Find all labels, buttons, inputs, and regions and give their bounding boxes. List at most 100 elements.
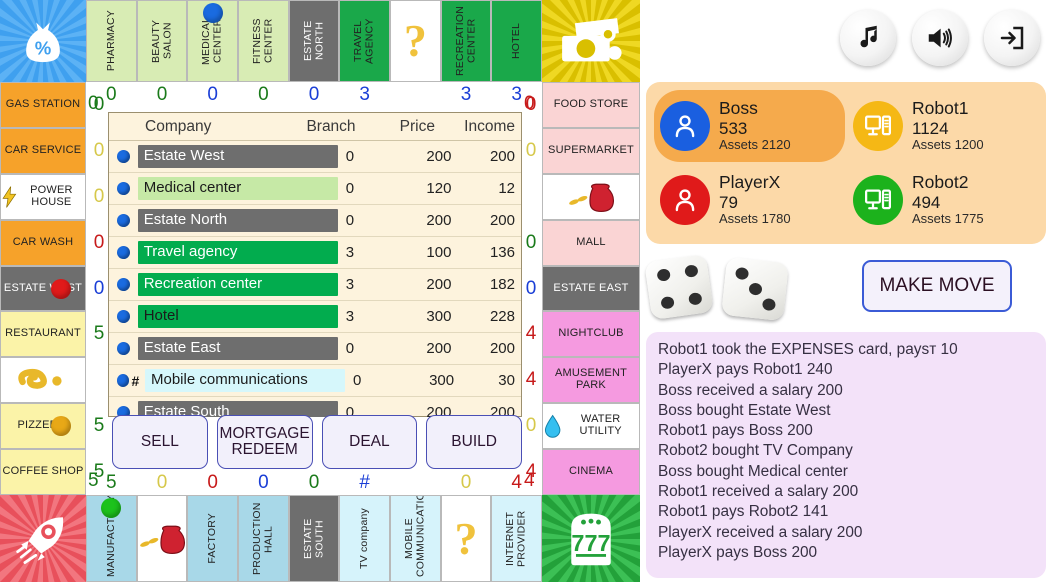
player-assets: Assets 1200 xyxy=(912,137,984,153)
person-icon xyxy=(675,189,695,212)
board-cell-car-service[interactable]: CAR SERVICE xyxy=(0,127,86,174)
player-card[interactable]: Boss 533 Assets 2120 xyxy=(654,90,845,162)
property-table-body[interactable]: Estate West 0 200 200 Medical center 0 120 12 Es… xyxy=(109,141,521,417)
cell-number: 0 xyxy=(308,84,320,105)
board-cell-pharmacy[interactable]: PHARMACY xyxy=(86,0,137,82)
owner-dot xyxy=(117,278,130,291)
board-cell-medical-center[interactable]: MEDICAL CENTER xyxy=(187,0,239,82)
avatar xyxy=(853,101,903,151)
board-cell-mall[interactable]: MALL xyxy=(542,219,640,266)
build-button[interactable]: BUILD xyxy=(426,415,522,469)
board-cell-estate-south[interactable]: ESTATE SOUTH xyxy=(288,495,340,582)
column-price: Price xyxy=(399,117,435,135)
top-control-bar xyxy=(640,0,1052,76)
die-pip xyxy=(660,295,676,310)
property-table-header: Company Branch Price Income xyxy=(109,113,521,141)
make-move-button[interactable]: MAKE MOVE xyxy=(862,260,1012,312)
board-cell-tv-company[interactable]: TV company xyxy=(339,495,391,582)
question-mark-icon: ? xyxy=(403,15,427,67)
property-income: 30 xyxy=(498,372,515,389)
board-cell-beauty-salon[interactable]: BEAUTY SALON xyxy=(136,0,188,82)
property-name-cell: Estate East xyxy=(134,337,338,360)
cell-label: ESTATE WEST xyxy=(3,281,83,294)
board-cell-restaurant[interactable]: RESTAURANT xyxy=(0,311,86,358)
board-cell-estate-north[interactable]: ESTATE NORTH xyxy=(288,0,340,82)
property-row[interactable]: Travel agency 3 100 136 xyxy=(109,237,521,269)
board-cell-water-utility[interactable]: WATER UTILITY xyxy=(542,403,640,450)
board-cell-mobile-communications[interactable]: MOBILE COMMUNICATIONS xyxy=(390,495,441,582)
property-row[interactable]: # Mobile communications 0 300 30 xyxy=(109,365,521,397)
board-cell-amusement-park[interactable]: AMUSEMENT PARK xyxy=(542,357,640,404)
corner-number-bottom-right: 4 xyxy=(524,470,535,491)
board-cell-internet-provider[interactable]: INTERNET PROVIDER xyxy=(491,495,543,582)
property-branch: 3 xyxy=(345,308,355,325)
property-row[interactable]: Medical center 0 120 12 xyxy=(109,173,521,205)
sell-button[interactable]: SELL xyxy=(112,415,208,469)
player-card[interactable]: Robot1 1124 Assets 1200 xyxy=(847,90,1038,162)
property-row[interactable]: Estate South 0 200 200 xyxy=(109,397,521,417)
property-row[interactable]: Recreation center 3 200 182 xyxy=(109,269,521,301)
board-corner-top-left[interactable]: % xyxy=(0,0,86,82)
cell-label: SUPERMARKET xyxy=(548,143,634,156)
deal-button[interactable]: DEAL xyxy=(321,415,418,469)
owner-dot xyxy=(117,182,130,195)
property-row[interactable]: Estate West 0 200 200 xyxy=(109,141,521,173)
board-cell-recreation-center[interactable]: RECREATION CENTER xyxy=(440,0,492,82)
board-cell-question-mark[interactable]: ? xyxy=(390,0,441,82)
board-corner-bottom-left[interactable] xyxy=(0,495,86,582)
mortgage-label-line2: REDEEM xyxy=(231,441,298,458)
property-row[interactable]: Estate East 0 200 200 xyxy=(109,333,521,365)
board-cell-gas-station[interactable]: GAS STATION xyxy=(0,82,86,128)
cell-number: 0 xyxy=(93,277,105,299)
golden-key-icon xyxy=(18,369,62,390)
board-cell-question-mark[interactable]: ? xyxy=(440,495,492,582)
board-cell-supermarket[interactable]: SUPERMARKET xyxy=(542,127,640,174)
board-cell-fitness-center[interactable]: FITNESS CENTER xyxy=(238,0,289,82)
board-left-column: GAS STATION CAR SERVICE POWER HOUSE CAR WAS… xyxy=(0,82,86,496)
board-cell-money-bag-coins[interactable] xyxy=(542,173,640,220)
board-corner-top-right[interactable] xyxy=(542,0,640,82)
property-name: Estate West xyxy=(137,145,338,168)
board-cell-estate-east[interactable]: ESTATE EAST xyxy=(542,265,640,312)
player-money: 533 xyxy=(719,119,748,138)
board-cell-production-hall[interactable]: PRODUCTION HALL xyxy=(238,495,289,582)
owner-dot xyxy=(117,150,130,163)
cell-label: INTERNET PROVIDER xyxy=(504,510,528,567)
player-name: Robot1 xyxy=(912,98,969,119)
board-cell-power-house[interactable]: POWER HOUSE xyxy=(0,173,86,220)
board-cell-manufactory[interactable]: MANUFACTORY xyxy=(86,495,137,582)
cell-label: PRODUCTION HALL xyxy=(251,502,275,575)
log-line: Robot1 pays Robot2 141 xyxy=(658,503,829,521)
music-note-icon xyxy=(860,25,877,48)
mortgage-redeem-button[interactable]: MORTGAGE REDEEM xyxy=(216,415,313,469)
property-row[interactable]: Hotel 3 300 228 xyxy=(109,301,521,333)
board-cell-estate-west[interactable]: ESTATE WEST xyxy=(0,265,86,312)
board-cell-cinema[interactable]: CINEMA xyxy=(542,449,640,496)
board-cell-golden-key[interactable] xyxy=(0,357,86,404)
sound-toggle-button[interactable] xyxy=(912,10,968,66)
player-card[interactable]: PlayerX 79 Assets 1780 xyxy=(654,164,845,236)
board-cell-pizzeria[interactable]: PIZZERIA xyxy=(0,403,86,450)
mortgage-label-line1: MORTGAGE xyxy=(219,424,310,442)
board-corner-bottom-right[interactable]: 777 xyxy=(542,495,640,582)
property-row[interactable]: Estate North 0 200 200 xyxy=(109,205,521,237)
board-cell-car-wash[interactable]: CAR WASH xyxy=(0,219,86,266)
game-log-panel[interactable]: Robot1 took the EXPENSES card, paysт 10 P… xyxy=(646,332,1046,578)
exit-button[interactable] xyxy=(984,10,1040,66)
board-cell-travel-agency[interactable]: TRAVEL AGENCY xyxy=(339,0,391,82)
music-toggle-button[interactable] xyxy=(840,10,896,66)
cell-label: POWER HOUSE xyxy=(30,183,73,208)
board-cell-food-store[interactable]: FOOD STORE xyxy=(542,82,640,128)
speaker-icon xyxy=(928,28,952,48)
die-1[interactable] xyxy=(644,253,714,321)
board-cell-coffee-shop[interactable]: COFFEE SHOP xyxy=(0,449,86,496)
player-card[interactable]: Robot2 494 Assets 1775 xyxy=(847,164,1038,236)
board-cell-nightclub[interactable]: NIGHTCLUB xyxy=(542,311,640,358)
board-cell-factory[interactable]: FACTORY xyxy=(187,495,239,582)
board-cell-hotel[interactable]: HOTEL xyxy=(491,0,543,82)
player-name: Robot2 xyxy=(912,172,969,193)
board-cell-money-bag-coins[interactable] xyxy=(136,495,188,582)
die-2[interactable] xyxy=(721,256,789,322)
cell-number xyxy=(88,357,110,403)
column-branch: Branch xyxy=(306,117,356,135)
